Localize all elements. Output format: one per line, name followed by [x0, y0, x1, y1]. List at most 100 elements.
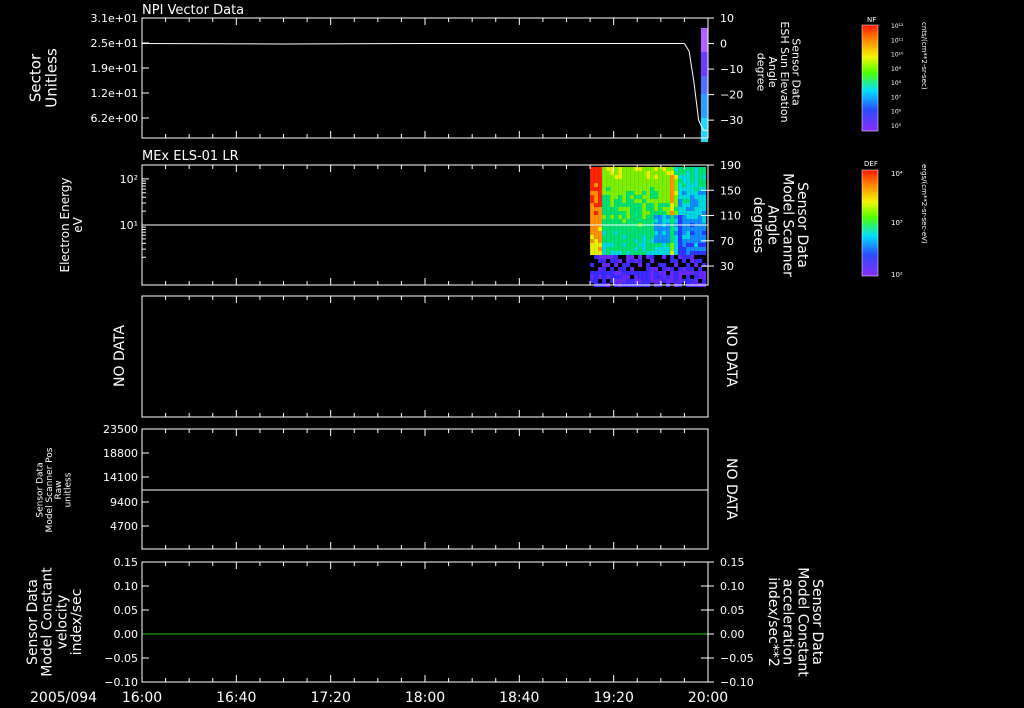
spec-cell [662, 171, 667, 175]
spec-cell [678, 279, 683, 283]
spec-cell [698, 259, 703, 263]
spec-cell [602, 167, 607, 171]
spec-cell [594, 255, 599, 259]
spec-cell [658, 271, 663, 275]
spec-cell [630, 231, 635, 235]
spec-cell [654, 171, 659, 175]
spec-cell [698, 195, 703, 199]
spec-cell [602, 247, 607, 251]
spec-cell [622, 243, 627, 247]
spec-cell [626, 171, 631, 175]
spec-cell [670, 271, 675, 275]
spec-cell [614, 263, 619, 267]
y-tick-label: 0 [720, 38, 727, 51]
spec-cell [698, 167, 703, 171]
spec-cell [594, 247, 599, 251]
p2-right-label-line: Model Scanner [779, 173, 795, 277]
spec-cell [702, 227, 707, 231]
spec-cell [634, 203, 639, 207]
spec-cell [670, 179, 675, 183]
spec-cell [662, 179, 667, 183]
y-tick-label: 14100 [103, 471, 138, 484]
spec-cell [678, 207, 683, 211]
spec-cell [622, 279, 627, 283]
spec-cell [694, 227, 699, 231]
spec-cell [598, 175, 603, 179]
spec-cell [614, 175, 619, 179]
spec-cell [682, 171, 687, 175]
spec-cell [674, 183, 679, 187]
spec-cell [642, 191, 647, 195]
time-tick-label: 17:20 [311, 690, 351, 706]
spec-cell [690, 227, 695, 231]
spec-cell [690, 187, 695, 191]
spec-cell [682, 199, 687, 203]
spec-cell [610, 183, 615, 187]
spec-cell [662, 271, 667, 275]
spec-cell [638, 275, 643, 279]
spec-cell [618, 243, 623, 247]
spec-cell [610, 175, 615, 179]
spec-cell [650, 167, 655, 171]
spec-cell [618, 215, 623, 219]
spec-cell [654, 279, 659, 283]
spec-cell [590, 175, 595, 179]
spec-cell [610, 211, 615, 215]
spec-cell [594, 199, 599, 203]
spec-cell [610, 195, 615, 199]
spec-cell [658, 203, 663, 207]
spec-cell [646, 239, 651, 243]
spec-cell [606, 251, 611, 255]
spec-cell [670, 275, 675, 279]
spec-cell [662, 195, 667, 199]
time-tick-label: 16:40 [216, 690, 256, 706]
spec-cell [666, 243, 671, 247]
spec-cell [654, 247, 659, 251]
spec-cell [698, 227, 703, 231]
spec-cell [590, 195, 595, 199]
spec-cell [610, 179, 615, 183]
spec-cell [598, 255, 603, 259]
p5-right-label-line: index/sec**2 [765, 577, 781, 667]
spec-cell [682, 227, 687, 231]
p5-left-label-line: Model Constant [40, 567, 56, 677]
time-tick-label: 16:00 [122, 690, 162, 706]
spec-cell [598, 239, 603, 243]
strip-cell [700, 88, 708, 94]
p5-left-label-line: velocity [54, 595, 70, 650]
spec-cell [650, 199, 655, 203]
spec-cell [662, 175, 667, 179]
spec-cell [690, 279, 695, 283]
spec-cell [638, 235, 643, 239]
y-tick-label: 18800 [103, 447, 138, 460]
spec-cell [658, 175, 663, 179]
spec-cell [642, 167, 647, 171]
y-tick-label: −0.05 [104, 652, 138, 665]
spec-cell [614, 231, 619, 235]
spec-cell [674, 203, 679, 207]
spec-cell [666, 279, 671, 283]
spec-cell [618, 219, 623, 223]
spec-cell [654, 195, 659, 199]
spec-cell [594, 239, 599, 243]
spec-cell [642, 239, 647, 243]
spec-cell [594, 167, 599, 171]
spec-cell [618, 191, 623, 195]
spec-cell [630, 279, 635, 283]
spec-cell [654, 207, 659, 211]
spec-cell [682, 207, 687, 211]
spec-cell [682, 179, 687, 183]
spec-cell [598, 179, 603, 183]
chart-figure: NPI Vector Data SectorUnitless 3.1e+01 2.… [0, 0, 1024, 708]
spec-cell [622, 263, 627, 267]
spec-cell [678, 235, 683, 239]
spec-cell [702, 275, 707, 279]
spec-cell [630, 211, 635, 215]
spec-cell [694, 279, 699, 283]
spec-cell [670, 267, 675, 271]
spec-cell [634, 219, 639, 223]
spec-cell [614, 243, 619, 247]
spec-cell [614, 259, 619, 263]
spec-cell [598, 171, 603, 175]
spec-cell [666, 187, 671, 191]
